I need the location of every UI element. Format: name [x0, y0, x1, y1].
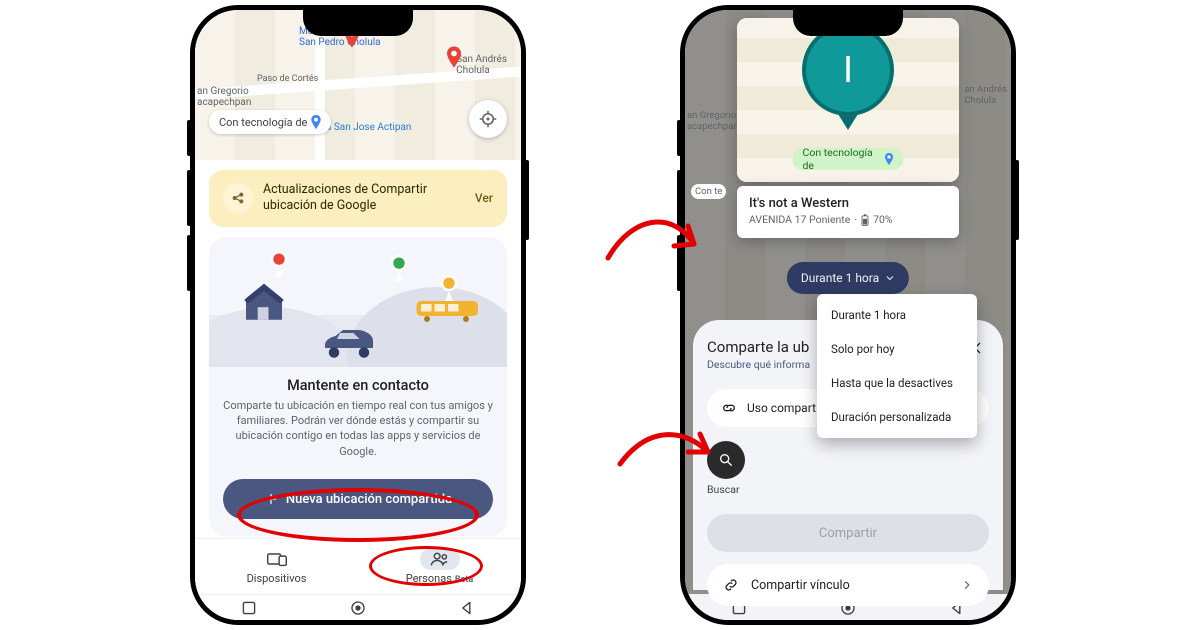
share-label: Compartir: [819, 526, 877, 541]
chevron-down-icon: [885, 273, 895, 283]
banner-text: Actualizaciones de Compartir ubicación d…: [263, 182, 465, 215]
pin-icon: [389, 255, 409, 281]
duration-dropdown: Durante 1 hora Solo por hoy Hasta que la…: [817, 294, 977, 438]
house-icon: [237, 273, 291, 327]
phone-notch: [303, 10, 413, 36]
duration-chip[interactable]: Durante 1 hora: [787, 262, 909, 294]
screen-left: Mercado municipal San Pedro Cholula San …: [195, 10, 521, 620]
share-button-disabled: Compartir: [707, 514, 989, 552]
google-pin-icon: [885, 153, 894, 165]
android-nav-bar: [195, 594, 521, 620]
phone-side-button: [677, 170, 681, 226]
location-share-icon: [223, 183, 253, 213]
powered-by-label: Con tecnología de: [803, 146, 880, 172]
map-pin-icon: [447, 46, 461, 68]
avatar-pin-tail: [838, 114, 858, 130]
battery-icon: [861, 214, 869, 226]
phone-left: Mercado municipal San Pedro Cholula San …: [190, 5, 526, 625]
share-link-label: Compartir vínculo: [751, 578, 850, 593]
nav-home-icon[interactable]: [350, 600, 366, 616]
person-location-card: I Con tecnología de: [737, 18, 959, 182]
person-address: AVENIDA 17 Poniente: [749, 213, 850, 226]
map-label-andres: San Andrés Cholula: [456, 54, 507, 76]
updates-banner[interactable]: Actualizaciones de Compartir ubicación d…: [209, 170, 507, 227]
phone-side-button: [677, 120, 681, 156]
google-pin-icon: [311, 115, 321, 129]
phone-right: an Andrés Cholula an Gregorio acapechpan…: [680, 5, 1016, 625]
beta-badge: Beta: [455, 575, 473, 585]
phone-side-button: [677, 235, 681, 291]
locate-icon: [479, 110, 497, 128]
link-chain-icon: [721, 400, 737, 416]
avatar-pin: I: [802, 24, 894, 116]
link-icon: [723, 577, 739, 593]
phone-side-button: [525, 160, 529, 240]
duration-option-1h[interactable]: Durante 1 hora: [817, 298, 977, 332]
tab-devices[interactable]: Dispositivos: [195, 539, 358, 594]
search-icon: [718, 452, 734, 468]
pin-icon: [439, 275, 459, 301]
new-shared-location-button[interactable]: Nueva ubicación compartida: [223, 479, 493, 519]
powered-by-chip: Con tecnología de: [209, 110, 331, 134]
person-battery: 70%: [873, 213, 893, 226]
duration-label: Durante 1 hora: [801, 271, 879, 285]
person-name: It's not a Western: [749, 196, 947, 211]
map-label-gregorio: an Gregorio acapechpan: [197, 86, 251, 108]
pin-icon: [269, 251, 289, 277]
duration-option-custom[interactable]: Duración personalizada: [817, 400, 977, 434]
duration-option-until[interactable]: Hasta que la desactives: [817, 366, 977, 400]
screen-right: an Andrés Cholula an Gregorio acapechpan…: [685, 10, 1011, 620]
phone-side-button: [187, 235, 191, 291]
map-label-paso: Paso de Cortés: [257, 74, 318, 84]
cta-label: Nueva ubicación compartida: [286, 492, 452, 507]
share-link-row[interactable]: Compartir vínculo: [707, 564, 989, 606]
phone-notch: [793, 10, 903, 36]
person-info-card: It's not a Western AVENIDA 17 Poniente ·…: [737, 186, 959, 238]
devices-icon: [257, 548, 297, 570]
search-button[interactable]: [707, 441, 745, 479]
plus-icon: [264, 492, 278, 506]
content-area[interactable]: Actualizaciones de Compartir ubicación d…: [195, 160, 521, 562]
map-label-andres: an Andrés Cholula: [964, 84, 1007, 106]
powered-by-chip: Con tecnología de: [793, 148, 904, 170]
card-title: Mantente en contacto: [209, 377, 507, 394]
tab-label: Dispositivos: [247, 572, 307, 585]
tab-people[interactable]: PersonasBeta: [358, 539, 521, 594]
recenter-button[interactable]: [469, 100, 507, 138]
nav-back-icon[interactable]: [460, 601, 474, 615]
phone-side-button: [187, 120, 191, 156]
phone-side-button: [1015, 160, 1019, 240]
bottom-tab-bar: Dispositivos PersonasBeta: [195, 538, 521, 594]
search-contact[interactable]: Buscar: [707, 441, 989, 496]
shared-usage-label: Uso compart: [747, 401, 816, 415]
nav-recent-icon[interactable]: [242, 601, 256, 615]
search-label: Buscar: [707, 483, 740, 496]
tab-label: Personas: [406, 572, 452, 585]
duration-option-today[interactable]: Solo por hoy: [817, 332, 977, 366]
map-label-gregorio: an Gregorio acapechpan: [687, 110, 739, 132]
illustration: [209, 237, 507, 367]
person-meta: AVENIDA 17 Poniente · 70%: [749, 213, 947, 226]
tutorial-comparison: Mercado municipal San Pedro Cholula San …: [0, 0, 1200, 630]
card-description: Comparte tu ubicación en tiempo real con…: [209, 398, 507, 474]
banner-see-link[interactable]: Ver: [475, 191, 493, 205]
chip-peek: Con te: [691, 184, 726, 199]
people-icon: [420, 548, 460, 570]
phone-side-button: [187, 170, 191, 226]
avatar-initial: I: [843, 49, 853, 91]
stay-in-touch-card: Mantente en contacto Comparte tu ubicaci…: [209, 237, 507, 538]
powered-by-label: Con tecnología de: [219, 116, 307, 129]
chevron-right-icon: [961, 579, 973, 591]
car-icon: [319, 325, 379, 359]
